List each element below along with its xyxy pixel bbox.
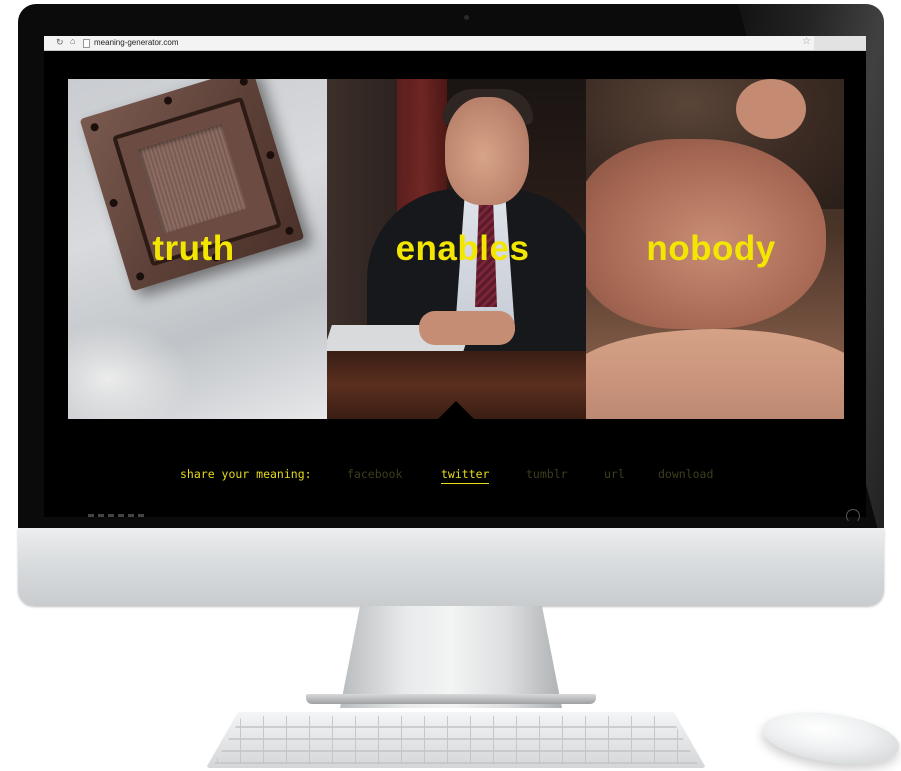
url-field[interactable]: meaning-generator.com <box>94 38 179 47</box>
share-twitter-link[interactable]: twitter <box>441 467 490 484</box>
reload-icon[interactable]: ↻ <box>56 37 64 48</box>
page-icon <box>83 39 90 48</box>
panel-nobody[interactable]: nobody <box>586 79 844 419</box>
share-download-link[interactable]: download <box>658 467 713 481</box>
panel-word-2: enables <box>395 229 530 268</box>
star-icon[interactable]: ☆ <box>802 36 811 47</box>
panel-enables[interactable]: enables <box>327 79 586 419</box>
selection-pointer <box>438 401 474 419</box>
share-facebook-link[interactable]: facebook <box>347 467 402 481</box>
camera <box>464 15 469 20</box>
monitor-stand-base <box>306 694 596 704</box>
monitor-chin <box>18 528 884 606</box>
panel-word-3: nobody <box>646 229 776 268</box>
footer-circle-icon[interactable] <box>846 509 860 523</box>
panel-truth[interactable]: truth <box>68 79 327 419</box>
share-tumblr-link[interactable]: tumblr <box>526 467 568 481</box>
monitor-stand <box>340 606 562 708</box>
extensions-area <box>814 36 866 50</box>
panel-word-1: truth <box>152 229 235 268</box>
footer-logo <box>88 514 144 517</box>
word-panels: truth enables nobody <box>68 79 844 419</box>
mouse <box>759 704 901 771</box>
share-label: share your meaning: <box>180 467 312 481</box>
keyboard-keys <box>214 716 698 764</box>
home-icon[interactable]: ⌂ <box>70 36 75 46</box>
browser-address-bar: ↻ ⌂ meaning-generator.com ☆ <box>44 36 866 51</box>
share-url-link[interactable]: url <box>604 467 625 481</box>
